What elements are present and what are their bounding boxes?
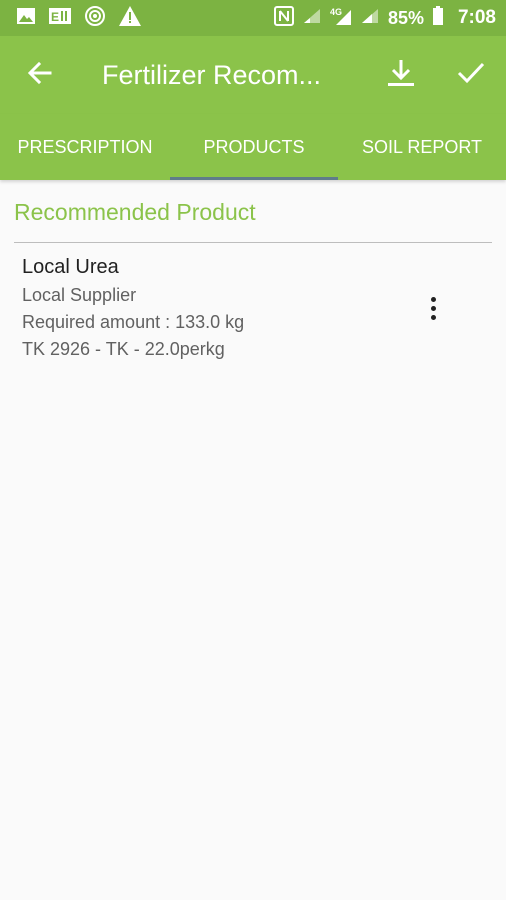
section-title: Recommended Product [14,199,256,225]
list-item[interactable]: Local Urea Local Supplier Required amoun… [0,244,506,370]
back-button[interactable] [0,36,80,114]
divider [14,242,492,243]
svg-text:4G: 4G [330,7,342,17]
battery-percent: 85% [387,7,424,28]
product-required-amount: Required amount : 133.0 kg [22,312,245,332]
download-icon [385,58,417,93]
overflow-menu-button[interactable] [413,288,453,328]
battery-icon [432,5,444,31]
image-notification-icon [16,7,36,30]
data-signal-icon: 4G [330,6,352,31]
page-title: Fertilizer Recom... [102,59,322,90]
app-toolbar: Fertilizer Recom... [0,36,506,114]
more-vert-icon [430,296,436,302]
svg-text:E: E [51,10,59,24]
tab-bar: PRESCRIPTION PRODUCTS SOIL REPORT [0,114,506,180]
hotspot-icon [84,5,106,32]
clock: 7:08 [457,7,496,28]
warning-icon [118,5,142,32]
product-price: TK 2926 - TK - 22.0perkg [22,339,225,359]
signal-1-icon [302,7,322,30]
check-icon [456,61,486,90]
e-info-icon: E [48,6,72,31]
status-bar: E 4G 85% 7:08 [0,0,506,36]
download-button[interactable] [366,36,436,114]
tab-prescription[interactable]: PRESCRIPTION [0,114,170,180]
nfc-icon [273,5,294,31]
product-name: Local Urea [22,256,119,278]
signal-2-icon [360,7,380,30]
confirm-button[interactable] [436,36,506,114]
tab-products[interactable]: PRODUCTS [170,114,338,180]
product-supplier: Local Supplier [22,285,137,305]
arrow-back-icon [26,59,54,92]
tab-soil-report[interactable]: SOIL REPORT [338,114,506,180]
